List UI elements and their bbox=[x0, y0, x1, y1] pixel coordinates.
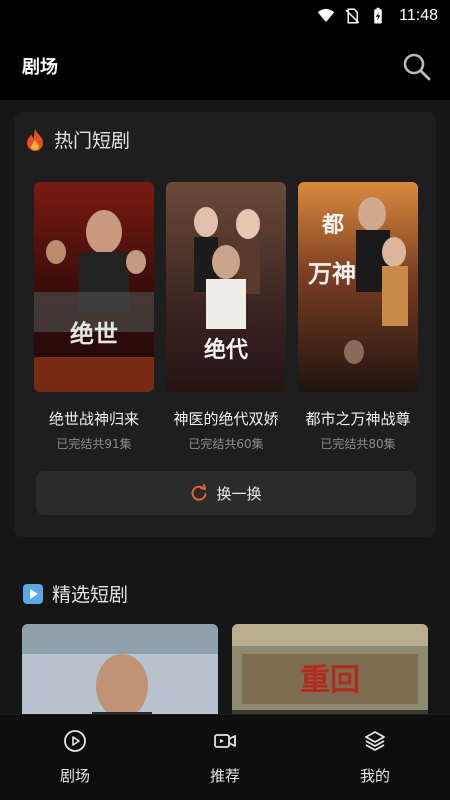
drama-episode-status: 已完结共60集 bbox=[188, 437, 264, 451]
tab-recommend[interactable]: 推荐 bbox=[170, 729, 280, 786]
drama-poster[interactable]: 绝世 bbox=[34, 182, 154, 392]
tab-label: 我的 bbox=[359, 767, 390, 785]
layers-icon bbox=[365, 731, 385, 751]
fire-icon bbox=[27, 128, 43, 151]
drama-poster[interactable]: 绝代 bbox=[166, 182, 286, 392]
play-square-icon bbox=[23, 583, 43, 604]
hot-section-header: 热门短剧 bbox=[24, 126, 130, 153]
tab-mine[interactable]: 我的 bbox=[320, 729, 430, 786]
no-sim-icon bbox=[345, 8, 360, 24]
drama-episode-status: 已完结共91集 bbox=[56, 437, 132, 451]
play-circle-icon bbox=[64, 730, 86, 752]
refresh-button[interactable]: 换一换 bbox=[36, 471, 416, 515]
featured-dramas-list: 重回 bbox=[22, 624, 428, 724]
battery-charging-icon bbox=[374, 7, 382, 24]
drama-title[interactable]: 都市之万神战尊 bbox=[298, 408, 418, 429]
drama-card[interactable]: 都 万神 都市之万神战尊 已完结共80集 bbox=[298, 182, 418, 452]
hot-dramas-list: 绝世 绝世战神归来 已完结共91集 绝代 神医的绝代双娇 已完结共60集 都 万… bbox=[34, 182, 418, 452]
hot-section-title: 热门短剧 bbox=[54, 130, 131, 152]
drama-poster[interactable]: 都 万神 bbox=[298, 182, 418, 392]
featured-drama-thumbnail[interactable] bbox=[22, 624, 218, 724]
bottom-tab-bar: 剧场 推荐 我的 bbox=[0, 714, 450, 800]
hot-dramas-card: 热门短剧 绝世 绝世战神归来 已完结共91集 绝代 神医的绝代双娇 已完结共60… bbox=[14, 112, 436, 537]
status-time: 11:48 bbox=[399, 7, 438, 24]
search-icon[interactable] bbox=[400, 50, 434, 84]
featured-drama-thumbnail[interactable]: 重回 bbox=[232, 624, 428, 724]
app-header: 剧场 bbox=[0, 32, 450, 100]
page-title: 剧场 bbox=[22, 57, 58, 78]
drama-card[interactable]: 绝代 神医的绝代双娇 已完结共60集 bbox=[166, 182, 286, 452]
refresh-icon bbox=[192, 484, 207, 501]
drama-title[interactable]: 绝世战神归来 bbox=[34, 408, 154, 429]
svg-text:绝世: 绝世 bbox=[70, 320, 118, 348]
svg-text:绝代: 绝代 bbox=[204, 337, 248, 363]
video-camera-icon bbox=[214, 734, 236, 748]
wifi-icon bbox=[317, 8, 335, 22]
tab-label: 剧场 bbox=[59, 767, 90, 785]
drama-card[interactable]: 绝世 绝世战神归来 已完结共91集 bbox=[34, 182, 154, 452]
drama-episode-status: 已完结共80集 bbox=[320, 437, 396, 451]
drama-title[interactable]: 神医的绝代双娇 bbox=[166, 408, 286, 429]
tab-label: 推荐 bbox=[209, 767, 240, 785]
status-bar: 11:48 bbox=[0, 0, 450, 32]
svg-text:都: 都 bbox=[321, 213, 344, 238]
svg-text:重回: 重回 bbox=[300, 663, 360, 698]
svg-text:万神: 万神 bbox=[308, 260, 356, 288]
tab-theater[interactable]: 剧场 bbox=[20, 729, 130, 786]
featured-section-title: 精选短剧 bbox=[52, 584, 129, 606]
app-screen: 11:48 剧场 热门短剧 绝世 绝世战神归来 已完结共91集 绝代 神医的绝代… bbox=[0, 0, 450, 800]
refresh-label: 换一换 bbox=[216, 484, 262, 503]
featured-section-header: 精选短剧 bbox=[22, 580, 128, 607]
